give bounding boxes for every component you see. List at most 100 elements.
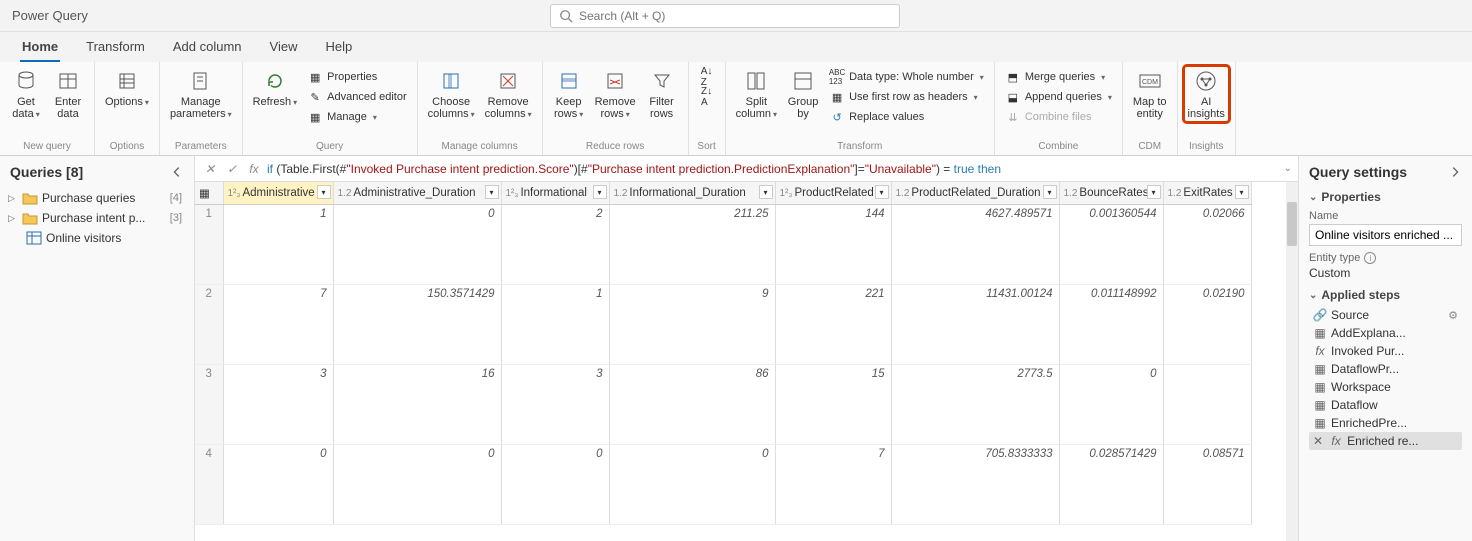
- tab-addcolumn[interactable]: Add column: [159, 33, 256, 62]
- vertical-scrollbar[interactable]: [1286, 182, 1298, 541]
- query-table[interactable]: Online visitors: [4, 228, 190, 248]
- table-icon: ▦: [1313, 416, 1327, 430]
- manage-parameters-button[interactable]: Manage parameters: [166, 66, 236, 123]
- step-item[interactable]: ▦AddExplana...: [1309, 324, 1462, 342]
- step-item[interactable]: ▦Workspace: [1309, 378, 1462, 396]
- append-queries-button[interactable]: ⬓Append queries: [1001, 88, 1116, 106]
- merge-icon: ⬒: [1005, 69, 1021, 85]
- enter-data-button[interactable]: Enter data: [48, 66, 88, 122]
- select-all-corner[interactable]: ▦: [195, 182, 223, 204]
- delete-step-icon[interactable]: ✕: [1313, 434, 1323, 448]
- column-filter-icon[interactable]: ▾: [317, 185, 331, 199]
- query-folder[interactable]: ▷ Purchase intent p... [3]: [4, 208, 190, 228]
- group-icon: [790, 68, 816, 94]
- properties-section[interactable]: Properties: [1309, 190, 1462, 204]
- step-item[interactable]: 🔗Source⚙: [1309, 306, 1462, 324]
- fx-icon: fx: [1329, 434, 1343, 448]
- manage-icon: ▦: [307, 109, 323, 125]
- expand-icon[interactable]: ▷: [8, 213, 18, 224]
- data-row[interactable]: 27150.35714291922111431.001240.011148992…: [195, 284, 1251, 364]
- column-filter-icon[interactable]: ▾: [485, 185, 499, 199]
- info-icon[interactable]: i: [1364, 252, 1376, 264]
- step-item[interactable]: ✕fxEnriched re...: [1309, 432, 1462, 450]
- column-header[interactable]: 1²₃ProductRelated▾: [775, 182, 891, 204]
- step-item[interactable]: ▦Dataflow: [1309, 396, 1462, 414]
- column-header[interactable]: 1.2BounceRates▾: [1059, 182, 1163, 204]
- first-row-headers-button[interactable]: ▦Use first row as headers: [825, 88, 988, 106]
- sort-desc-button[interactable]: Z↓A: [695, 88, 719, 106]
- column-filter-icon[interactable]: ▾: [1043, 185, 1057, 199]
- split-column-button[interactable]: Split column: [732, 66, 781, 123]
- choose-columns-button[interactable]: Choose columns: [424, 66, 479, 123]
- column-filter-icon[interactable]: ▾: [1147, 185, 1161, 199]
- merge-queries-button[interactable]: ⬒Merge queries: [1001, 68, 1116, 86]
- ribbon: Get data Enter data New query Options Op…: [0, 62, 1472, 156]
- ai-insights-button[interactable]: AI insights: [1184, 66, 1229, 122]
- ribbon-tabs: Home Transform Add column View Help: [0, 32, 1472, 62]
- applied-steps-section[interactable]: Applied steps: [1309, 288, 1462, 302]
- tab-help[interactable]: Help: [311, 33, 366, 62]
- table-icon: ▦: [1313, 380, 1327, 394]
- column-header[interactable]: 1.2ExitRates▾: [1163, 182, 1251, 204]
- commit-icon[interactable]: ✓: [223, 160, 241, 178]
- column-filter-icon[interactable]: ▾: [875, 185, 889, 199]
- fx-icon: fx: [245, 160, 263, 178]
- data-preview: ✕ ✓ fx if (Table.First(#"Invoked Purchas…: [195, 156, 1298, 541]
- expand-icon[interactable]: ▷: [8, 193, 18, 204]
- tab-home[interactable]: Home: [8, 33, 72, 62]
- sort-asc-button[interactable]: A↓Z: [695, 68, 719, 86]
- collapse-pane-icon[interactable]: [170, 165, 184, 179]
- data-row[interactable]: 1102211.251444627.4895710.0013605440.020…: [195, 204, 1251, 284]
- map-to-entity-button[interactable]: CDMMap to entity: [1129, 66, 1171, 122]
- sort-desc-icon: Z↓A: [699, 89, 715, 105]
- expand-formula-icon[interactable]: ⌄: [1284, 163, 1292, 174]
- cancel-icon[interactable]: ✕: [201, 160, 219, 178]
- get-data-button[interactable]: Get data: [6, 66, 46, 123]
- search-input[interactable]: [579, 9, 891, 23]
- filter-rows-button[interactable]: Filter rows: [642, 66, 682, 122]
- column-header[interactable]: 1²₃Administrative▾: [223, 182, 333, 204]
- manage-button[interactable]: ▦Manage: [303, 108, 411, 126]
- column-filter-icon[interactable]: ▾: [593, 185, 607, 199]
- formula-text[interactable]: if (Table.First(#"Invoked Purchase inten…: [267, 162, 1280, 176]
- remove-rows-button[interactable]: Remove rows: [591, 66, 640, 123]
- gear-icon[interactable]: ⚙: [1448, 309, 1458, 322]
- formula-bar[interactable]: ✕ ✓ fx if (Table.First(#"Invoked Purchas…: [195, 156, 1298, 182]
- query-folder[interactable]: ▷ Purchase queries [4]: [4, 188, 190, 208]
- column-header[interactable]: 1.2ProductRelated_Duration▾: [891, 182, 1059, 204]
- data-row[interactable]: 400007705.83333330.0285714290.08571: [195, 444, 1251, 524]
- column-header[interactable]: 1²₃Informational▾: [501, 182, 609, 204]
- data-grid[interactable]: ▦ 1²₃Administrative▾ 1.2Administrative_D…: [195, 182, 1252, 525]
- column-filter-icon[interactable]: ▾: [1235, 185, 1249, 199]
- sort-asc-icon: A↓Z: [699, 69, 715, 85]
- refresh-button[interactable]: Refresh: [249, 66, 302, 111]
- options-button[interactable]: Options: [101, 66, 153, 111]
- options-icon: [114, 68, 140, 94]
- group-by-button[interactable]: Group by: [783, 66, 823, 122]
- scrollbar-thumb[interactable]: [1287, 202, 1297, 246]
- folder-icon: [22, 211, 38, 225]
- tab-view[interactable]: View: [256, 33, 312, 62]
- expand-pane-icon[interactable]: [1448, 165, 1462, 179]
- column-filter-icon[interactable]: ▾: [759, 185, 773, 199]
- search-box[interactable]: [550, 4, 900, 28]
- column-header[interactable]: 1.2Administrative_Duration▾: [333, 182, 501, 204]
- properties-icon: ▦: [307, 69, 323, 85]
- data-type-button[interactable]: ABC123Data type: Whole number: [825, 68, 988, 86]
- remove-columns-icon: [495, 68, 521, 94]
- column-header[interactable]: 1.2Informational_Duration▾: [609, 182, 775, 204]
- tab-transform[interactable]: Transform: [72, 33, 159, 62]
- folder-icon: [22, 191, 38, 205]
- advanced-editor-button[interactable]: ✎Advanced editor: [303, 88, 411, 106]
- data-row[interactable]: 3316386152773.50: [195, 364, 1251, 444]
- properties-button[interactable]: ▦Properties: [303, 68, 411, 86]
- keep-rows-button[interactable]: Keep rows: [549, 66, 589, 123]
- app-title: Power Query: [0, 8, 88, 23]
- step-item[interactable]: ▦EnrichedPre...: [1309, 414, 1462, 432]
- replace-values-button[interactable]: ↺Replace values: [825, 108, 988, 126]
- step-item[interactable]: ▦DataflowPr...: [1309, 360, 1462, 378]
- step-item[interactable]: fxInvoked Pur...: [1309, 342, 1462, 360]
- combine-files-button: ⇊Combine files: [1001, 108, 1116, 126]
- query-name-input[interactable]: [1309, 224, 1462, 246]
- remove-columns-button[interactable]: Remove columns: [481, 66, 536, 123]
